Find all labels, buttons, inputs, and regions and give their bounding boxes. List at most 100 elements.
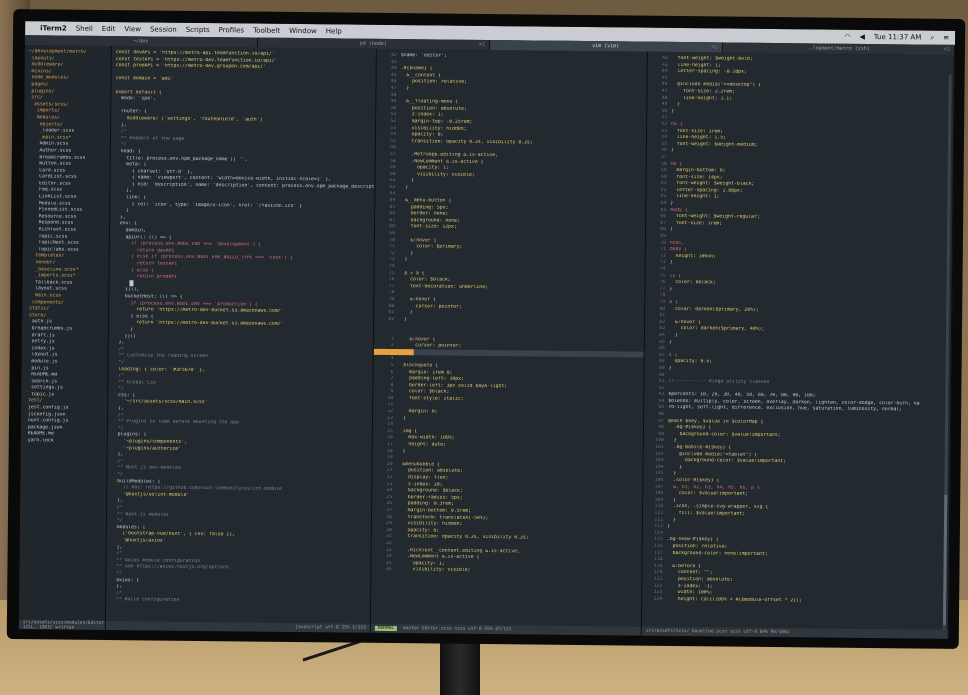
tab-shortcut: ⌘3: [943, 46, 950, 53]
line-number: 124: [653, 596, 663, 602]
code-text: }: [668, 332, 678, 338]
code-text: width: 100%;: [666, 589, 713, 596]
code-text: }: [670, 200, 674, 207]
code-text: '@nuxtjs/axios': [110, 538, 166, 544]
code-text: .RichText__content.editing &.is-active,: [395, 547, 520, 554]
code-text: blockquote {: [397, 362, 439, 369]
code-text: p > a {: [398, 270, 425, 276]
tab-label: ..lopment/metro (zsh): [806, 45, 870, 52]
code-text: .color-#{$key} {: [667, 477, 720, 484]
code-text: } else {: [113, 313, 154, 320]
code-text: visibility: hidden;: [395, 521, 463, 527]
code-text: env: {: [114, 221, 138, 227]
menu-list-icon[interactable]: ≡: [943, 34, 949, 42]
menu-session[interactable]: Session: [150, 25, 177, 33]
menu-profiles[interactable]: Profiles: [219, 26, 245, 34]
code-text: const testAPI = 'https://metro-dev.teamf…: [115, 56, 278, 64]
code-text: background-color: none!important;: [666, 550, 768, 557]
code-text: letter-spacing: -0.18px;: [671, 69, 747, 75]
code-text: li {: [669, 273, 682, 279]
code-text: visibility: visible;: [399, 171, 475, 178]
menu-toolbelt[interactable]: Toolbelt: [253, 27, 280, 35]
code-text: */: [112, 386, 124, 392]
code-text: h6 {: [670, 161, 683, 167]
code-text: .icon, .simple-svg-wrapper, svg {: [667, 504, 769, 511]
code-text: ** Plugins to load before mounting the A…: [111, 419, 240, 426]
code-lines: 42 font-weight: $weight-bold; 43 line-hei…: [642, 56, 954, 606]
code-text: ** Customize the loading screen: [112, 353, 209, 360]
code-text: body {: [669, 247, 688, 253]
code-text: position: absolute;: [396, 468, 463, 475]
status-file-info: src/assets/scss/_baseline.scss scss utf-…: [645, 628, 790, 636]
code-text: return testAPI: [113, 261, 178, 267]
code-text: /*: [111, 458, 124, 465]
code-text: background-color: $value!important;: [667, 431, 781, 438]
menubar-clock[interactable]: Tue 11:37 AM: [874, 33, 922, 41]
menu-view[interactable]: View: [124, 25, 141, 33]
code-text: opacity: 0;: [400, 132, 444, 138]
code-text: font-style: italic;: [397, 395, 464, 402]
code-text: background: none;: [399, 217, 460, 224]
code-text: }: [670, 227, 673, 233]
code-text: visibility: visible;: [395, 567, 471, 574]
code-text: */: [110, 518, 123, 524]
code-text: const devAPI = 'https://metro-api.teamfu…: [115, 50, 275, 57]
editor-pane-editor-scss[interactable]: 42 $name: 'editor'; 43 44 .#{$name} {45 &__c…: [370, 48, 648, 636]
code-text: plugins: [: [111, 432, 147, 438]
volume-icon[interactable]: ◀: [859, 33, 864, 41]
menu-shell[interactable]: Shell: [76, 25, 93, 33]
code-text: opacity: 0;: [395, 527, 440, 534]
code-text: if (process.env.NODE_ENV === 'production…: [113, 300, 258, 308]
terminal-body: ~/development/metro/ layouts/ middleware…: [18, 45, 955, 639]
code-text: }: [669, 260, 673, 266]
code-text: */: [112, 359, 125, 366]
menu-app-name[interactable]: iTerm2: [40, 24, 67, 32]
code-text: height: auto;: [396, 442, 446, 448]
code-text: ** Axios module configuration: [110, 557, 201, 564]
code-text: }: [400, 86, 410, 92]
code-text: export default {: [115, 89, 162, 96]
code-text: */: [111, 472, 124, 478]
code-text: bucketHost: (() => {: [113, 294, 183, 300]
code-text: @each $key, $value in $colorMap {: [668, 418, 764, 425]
status-position: javascript utf-8 25% 1/153: [295, 625, 366, 631]
menu-window[interactable]: Window: [289, 27, 317, 35]
code-text: /*: [111, 505, 123, 511]
code-text: ]: [114, 208, 129, 214]
code-text: line-height: 1.1;: [671, 95, 733, 102]
file-tree-pane[interactable]: ~/development/metro/ layouts/ middleware…: [18, 45, 112, 631]
code-text: { charset: 'utf-8' },: [114, 168, 193, 175]
code-text: return prodAPI: [113, 274, 178, 280]
code-text: $percents: 10, 20, 30, 40, 50, 60, 70, 8…: [668, 392, 816, 399]
menu-help[interactable]: Help: [326, 27, 342, 35]
code-text: position: absolute;: [666, 576, 733, 583]
vim-mode-indicator: NORMAL: [374, 625, 398, 632]
editor-pane-nuxt-config[interactable]: const devAPI = 'https://metro-api.teamfu…: [105, 46, 377, 633]
code-text: margin: 1rem 0;: [397, 369, 453, 376]
search-icon[interactable]: ⌕: [930, 33, 934, 42]
editor-pane-baseline-scss[interactable]: 42 font-weight: $weight-bold; 43 line-hei…: [641, 51, 955, 639]
code-text: meta: [: [114, 162, 147, 168]
line-number: 36: [385, 567, 392, 573]
code-text: .bg-#{$key} {: [667, 425, 712, 431]
menu-edit[interactable]: Edit: [102, 25, 116, 33]
code-text: $name: 'editor';: [400, 53, 448, 59]
code-text: &__content {: [400, 72, 442, 79]
code-text: */: [111, 425, 124, 432]
code-text: font-weight: $weight-medium;: [670, 141, 758, 148]
code-text: position: relative;: [400, 79, 468, 86]
code-text: '~plugins/authorize': [111, 445, 182, 452]
code-text: &:hover {: [669, 319, 701, 325]
file-tree-item[interactable]: yarn.lock: [25, 438, 107, 445]
code-text: if (process.env.NODE_ENV === 'developmen…: [113, 241, 262, 248]
code-text: content: "";: [666, 570, 713, 576]
code-lines: 42 $name: 'editor'; 43 44 .#{$name} {45 &__c…: [371, 53, 646, 577]
menu-scripts[interactable]: Scripts: [186, 26, 210, 34]
code-text: }: [667, 497, 676, 503]
wifi-icon[interactable]: ◠: [844, 33, 850, 41]
code-text: /*: [110, 551, 123, 557]
code-text: color: darken($primary, 20%);: [669, 306, 759, 313]
tab-shortcut: ⌘1: [478, 41, 486, 48]
code-text: .bg-skew-#{$key} {: [666, 537, 719, 543]
code-text: ** See https://axios.nuxtjs.org/options: [110, 564, 229, 571]
